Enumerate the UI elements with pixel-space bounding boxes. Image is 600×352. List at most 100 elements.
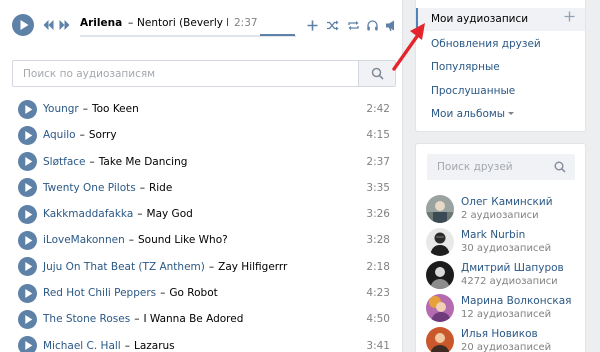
track-row[interactable]: Aquilo – Sorry 4:15	[0, 122, 402, 148]
track-row[interactable]: Red Hot Chili Peppers – Go Robot 4:23	[0, 280, 402, 306]
track-duration: 2:18	[366, 260, 390, 273]
track-play-button[interactable]	[18, 125, 37, 145]
track-duration: 3:26	[366, 208, 390, 221]
track-artist[interactable]: Aquilo	[43, 129, 76, 141]
audio-search-box	[12, 60, 396, 87]
track-info: Sløtface – Take Me Dancing	[43, 156, 187, 168]
track-info: Red Hot Chili Peppers – Go Robot	[43, 287, 218, 299]
track-play-button[interactable]	[18, 204, 37, 224]
track-play-button[interactable]	[18, 99, 37, 119]
track-artist[interactable]: Juju On That Beat (TZ Anthem)	[43, 261, 205, 273]
friend-name[interactable]: Илья Новиков	[461, 328, 538, 340]
track-play-button[interactable]	[18, 178, 37, 198]
track-title: Zay Hilfigerrr	[218, 260, 288, 273]
avatar[interactable]	[426, 228, 454, 256]
track-row[interactable]: Kakkmaddafakka – May God 3:26	[0, 201, 402, 227]
track-artist[interactable]: Red Hot Chili Peppers	[43, 287, 156, 299]
track-duration: 4:15	[366, 129, 390, 142]
track-play-button[interactable]	[18, 336, 37, 352]
audio-search-button[interactable]	[358, 61, 395, 86]
track-separator: –	[208, 260, 215, 273]
friend-name[interactable]: Mark Nurbin	[461, 229, 525, 241]
audio-search-input[interactable]	[13, 61, 358, 86]
track-row[interactable]: The Stone Roses – I Wanna Be Adored 4:50	[0, 306, 402, 332]
track-artist[interactable]: Youngr	[43, 103, 79, 115]
volume-bar[interactable]	[260, 34, 295, 36]
track-play-button[interactable]	[18, 152, 37, 172]
track-artist[interactable]: Twenty One Pilots	[43, 182, 136, 194]
friend-name[interactable]: Марина Волконская	[461, 295, 571, 307]
now-playing-separator: –	[128, 17, 134, 29]
friend-item[interactable]: Илья Новиков 20 аудиозаписей	[426, 327, 586, 352]
track-artist[interactable]: Michael C. Hall	[43, 340, 121, 352]
friends-search-input[interactable]	[427, 154, 547, 180]
friend-audio-count: 12 аудиозаписей	[461, 309, 552, 320]
add-track-button[interactable]	[306, 19, 319, 32]
menu-item-my-albums[interactable]: Мои альбомы	[416, 103, 585, 126]
menu-item-my-audio[interactable]: Мои аудиозаписи	[416, 8, 585, 31]
friend-item[interactable]: Олег Каминский 2 аудиозаписи	[426, 195, 586, 225]
search-icon	[371, 67, 384, 80]
track-duration: 4:23	[366, 287, 390, 300]
friend-audio-count: 20 аудиозаписей	[461, 342, 552, 352]
track-artist[interactable]: Kakkmaddafakka	[43, 208, 133, 220]
avatar[interactable]	[426, 195, 454, 223]
broadcast-icon	[386, 20, 394, 32]
track-row[interactable]: Michael C. Hall – Lazarus 3:41	[0, 333, 402, 352]
menu-item-listened[interactable]: Прослушанные	[416, 80, 585, 103]
track-title: Sorry	[88, 129, 117, 142]
friend-name[interactable]: Олег Каминский	[461, 196, 553, 208]
add-plus-icon[interactable]	[564, 11, 575, 22]
track-separator: –	[160, 287, 166, 300]
headphones-icon	[367, 20, 378, 31]
track-duration: 2:42	[366, 103, 390, 115]
track-title: Take Me Dancing	[98, 155, 188, 168]
track-play-button[interactable]	[18, 230, 37, 250]
avatar[interactable]	[426, 261, 454, 289]
track-info: Aquilo – Sorry	[43, 129, 117, 141]
repeat-button[interactable]	[347, 19, 360, 32]
track-info: iLoveMakonnen – Sound Like Who?	[43, 234, 228, 246]
friend-audio-count: 4272 аудиозаписи	[461, 276, 558, 287]
prev-track-button[interactable]	[43, 19, 54, 31]
prev-track-icon	[43, 20, 54, 30]
friend-item[interactable]: Дмитрий Шапуров 4272 аудиозаписи	[426, 261, 586, 291]
play-button[interactable]	[12, 14, 34, 36]
avatar[interactable]	[426, 294, 454, 322]
shuffle-button[interactable]	[326, 19, 339, 32]
friend-item[interactable]: Mark Nurbin 30 аудиозаписей	[426, 228, 586, 258]
friends-panel: Олег Каминский 2 аудиозаписи Mark Nurbin…	[415, 143, 586, 352]
track-row[interactable]: Juju On That Beat (TZ Anthem) – Zay Hilfig…	[0, 254, 402, 280]
menu-item-label: Мои альбомы	[431, 108, 506, 120]
track-play-button[interactable]	[18, 309, 37, 329]
avatar[interactable]	[426, 327, 454, 352]
play-icon	[25, 130, 33, 140]
track-row[interactable]: Youngr – Too Keen 2:42	[0, 96, 402, 122]
broadcast-button[interactable]	[385, 19, 398, 32]
now-playing-title[interactable]: Nentori (Beverly Pills...	[137, 17, 228, 29]
track-play-button[interactable]	[18, 283, 37, 303]
menu-item-friends-updates[interactable]: Обновления друзей	[416, 33, 585, 56]
search-icon[interactable]	[554, 161, 566, 173]
track-artist[interactable]: Sløtface	[43, 156, 86, 168]
play-icon	[25, 341, 33, 351]
chevron-down-icon	[508, 112, 515, 115]
similar-tracks-button[interactable]	[366, 19, 379, 32]
track-row[interactable]: Twenty One Pilots – Ride 3:35	[0, 175, 402, 201]
track-duration: 4:50	[366, 313, 390, 326]
play-icon	[25, 262, 33, 272]
next-track-button[interactable]	[59, 19, 70, 31]
menu-item-popular[interactable]: Популярные	[416, 56, 585, 79]
track-info: The Stone Roses – I Wanna Be Adored	[43, 313, 243, 325]
track-artist[interactable]: The Stone Roses	[43, 313, 130, 325]
play-icon	[25, 288, 33, 298]
friend-item[interactable]: Марина Волконская 12 аудиозаписей	[426, 294, 586, 324]
track-play-button[interactable]	[18, 257, 37, 277]
next-track-icon	[59, 20, 70, 30]
track-row[interactable]: Sløtface – Take Me Dancing 2:37	[0, 149, 402, 175]
track-row[interactable]: iLoveMakonnen – Sound Like Who? 3:28	[0, 227, 402, 253]
track-title: Too Keen	[92, 103, 139, 115]
friend-name[interactable]: Дмитрий Шапуров	[461, 262, 564, 274]
track-artist[interactable]: iLoveMakonnen	[43, 234, 125, 246]
now-playing-artist[interactable]: Arilena ...	[80, 17, 122, 29]
